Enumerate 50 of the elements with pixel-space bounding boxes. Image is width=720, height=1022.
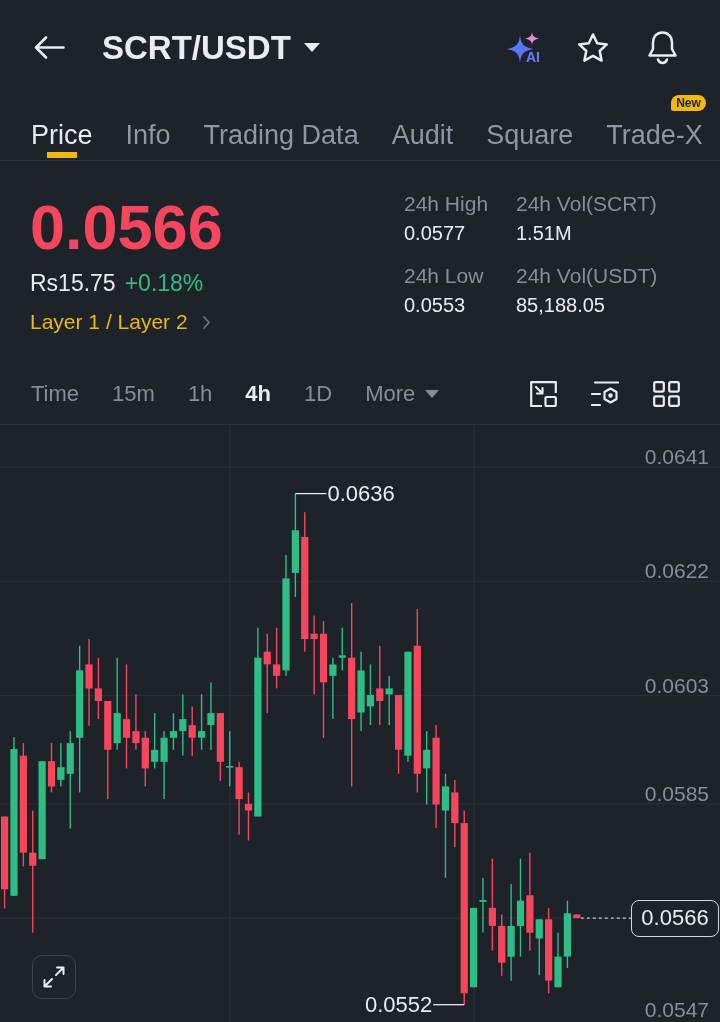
low-price-label: 0.0552 [364, 992, 433, 1017]
last-price-line [580, 917, 632, 919]
star-icon[interactable] [576, 31, 610, 64]
candlestick [573, 914, 581, 919]
expand-icon [43, 966, 65, 988]
indicator-settings-icon[interactable] [591, 380, 619, 407]
tab[interactable]: Trade-X [606, 111, 703, 158]
last-price: 0.0566 [30, 196, 223, 259]
caret-down-icon [303, 43, 320, 52]
tab[interactable]: Square [486, 111, 574, 158]
stat-value: 1.51M [516, 221, 573, 246]
chevron-right-icon [202, 315, 210, 329]
leader-line [294, 492, 328, 495]
pair-selector[interactable]: SCRT/USDT [102, 27, 320, 68]
interval-option[interactable]: 1h [187, 380, 213, 407]
interval-option[interactable]: 1D [304, 380, 333, 407]
ai-assistant-button[interactable]: AI [506, 32, 541, 63]
picture-in-picture-icon[interactable] [530, 380, 557, 407]
fullscreen-button[interactable] [32, 955, 76, 999]
price-axis-label: 0.0603 [644, 673, 709, 698]
back-arrow-icon[interactable] [34, 36, 65, 59]
tab[interactable]: Audit [391, 111, 454, 158]
stat-label: 24h Vol(USDT) [516, 263, 658, 289]
leader-line [432, 1004, 465, 1006]
stat-value: 0.0577 [404, 221, 467, 246]
tab[interactable]: Info [125, 111, 171, 158]
price-axis-label: 0.0641 [644, 445, 709, 470]
grid-icon[interactable] [653, 380, 680, 407]
price-axis-label: 0.0547 [644, 998, 709, 1022]
interval-option[interactable]: Time [31, 380, 80, 407]
stat-label: 24h Low [404, 263, 485, 289]
price-axis-label: 0.0622 [644, 559, 709, 584]
sparkle-icon [506, 32, 540, 63]
fiat-price: Rs15.75 [30, 269, 116, 297]
interval-option[interactable]: 15m [112, 380, 155, 407]
category-link[interactable]: Layer 1 / Layer 2 [30, 309, 210, 335]
more-menu-button[interactable]: More [365, 380, 440, 407]
interval-option[interactable]: 4h [245, 380, 272, 407]
price-axis-label: 0.0585 [644, 781, 709, 806]
stat-label: 24h Vol(SCRT) [516, 191, 658, 217]
bell-icon[interactable] [645, 30, 680, 65]
last-price-tag: 0.0566 [631, 899, 719, 937]
stat-label: 24h High [404, 191, 490, 217]
tab[interactable]: Trading Data [203, 111, 359, 158]
caret-down-icon [425, 389, 440, 398]
stat-value: 0.0553 [404, 293, 467, 318]
high-price-label: 0.0636 [327, 481, 395, 506]
stat-value: 85,188.05 [516, 293, 606, 318]
price-change: +0.18% [124, 269, 204, 297]
new-badge: New [671, 95, 706, 111]
